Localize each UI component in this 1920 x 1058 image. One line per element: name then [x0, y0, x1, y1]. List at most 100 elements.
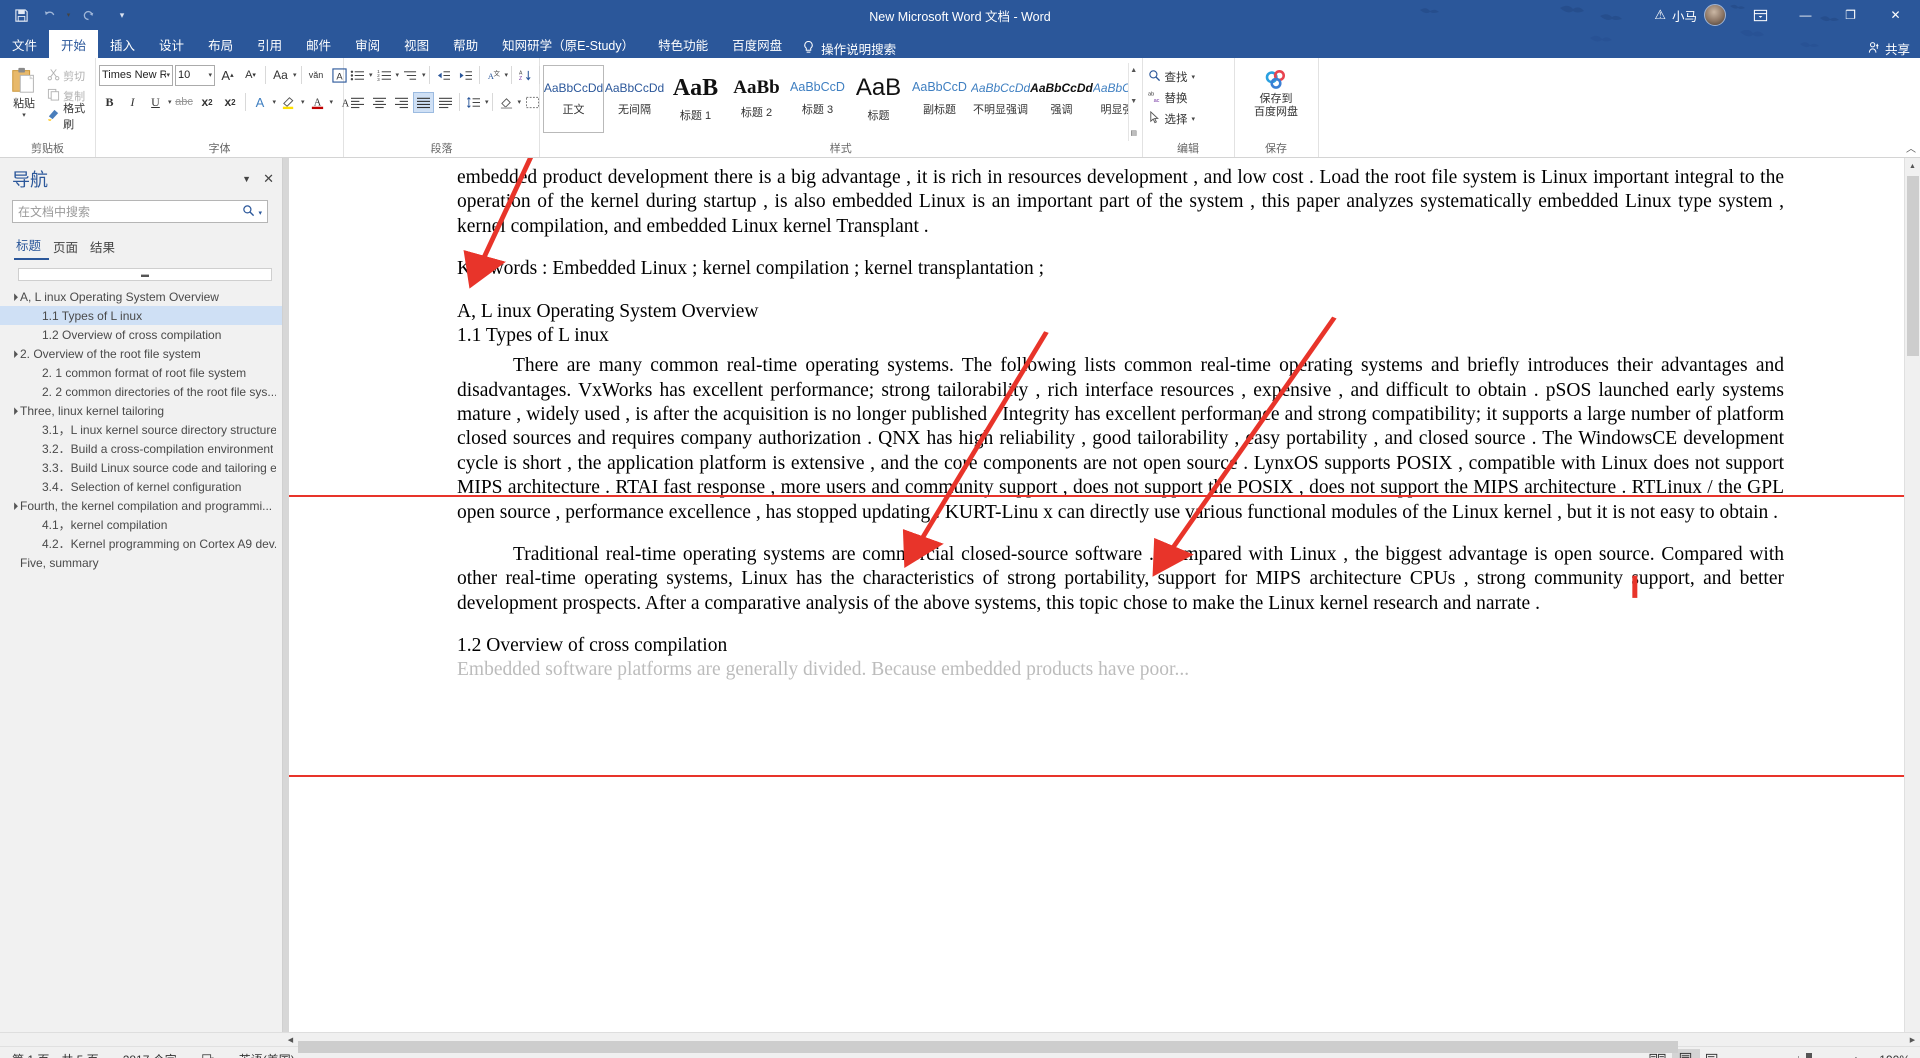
- tab-home[interactable]: 开始: [49, 30, 99, 58]
- styles-scroll-up-icon[interactable]: ▲: [1130, 67, 1137, 74]
- sort-icon[interactable]: AZ: [515, 65, 536, 86]
- shrink-font-icon[interactable]: A ▾: [240, 65, 261, 86]
- bold-icon[interactable]: B: [99, 92, 120, 113]
- nav-heading-item[interactable]: ◢ 2. Overview of the root file system: [0, 344, 282, 363]
- font-name-dropdown-icon[interactable]: ▾: [166, 71, 170, 79]
- nav-heading-item[interactable]: 2. 1 common format of root file system: [0, 363, 282, 382]
- paragraph-traditional[interactable]: Traditional real-time operating systems …: [457, 543, 1784, 616]
- style-item-无间隔[interactable]: AaBbCcDd 无间隔: [604, 65, 665, 133]
- navigation-heading-tree[interactable]: ◢ A, L inux Operating System Overview 1.1 …: [0, 283, 282, 1032]
- tab-design[interactable]: 设计: [147, 30, 196, 58]
- style-item-明显强调[interactable]: AaBbCcDd 明显强调: [1092, 65, 1128, 133]
- scroll-up-icon[interactable]: ▲: [1904, 158, 1920, 174]
- italic-icon[interactable]: I: [122, 92, 143, 113]
- distribute-icon[interactable]: [435, 92, 456, 113]
- save-icon[interactable]: [8, 3, 34, 27]
- nav-tab-1[interactable]: 页面: [51, 235, 86, 260]
- zoom-level[interactable]: 190%: [1868, 1053, 1910, 1058]
- tab-cnki-estudy[interactable]: 知网研学（原E-Study）: [490, 30, 646, 58]
- save-to-baidu-netdisk-button[interactable]: 保存到 百度网盘: [1238, 63, 1315, 119]
- language-status[interactable]: 英语(美国): [227, 1051, 307, 1058]
- web-layout-icon[interactable]: [1700, 1049, 1728, 1058]
- style-item-标题[interactable]: AaB 标题: [848, 65, 909, 133]
- nav-heading-item[interactable]: ◢ Three, linux kernel tailoring: [0, 401, 282, 420]
- line-spacing-dropdown-icon[interactable]: ▾: [485, 98, 489, 106]
- redo-icon[interactable]: [75, 3, 101, 27]
- multilevel-dropdown-icon[interactable]: ▾: [422, 71, 426, 79]
- style-item-强调[interactable]: AaBbCcDd 强调: [1030, 65, 1093, 133]
- style-item-标题 2[interactable]: AaBb 标题 2: [726, 65, 787, 133]
- navigation-collapse-all-bar[interactable]: ▬: [18, 268, 272, 281]
- undo-icon[interactable]: [36, 3, 62, 27]
- font-size-combobox[interactable]: 10 ▾: [175, 64, 215, 86]
- styles-more-icon[interactable]: ▤: [1130, 129, 1137, 137]
- zoom-out-button[interactable]: −: [1736, 1052, 1744, 1058]
- paragraph-boxed-realtime-os[interactable]: There are many common real-time operatin…: [457, 354, 1784, 525]
- nav-heading-item[interactable]: 3.2．Build a cross-compilation environmen…: [0, 439, 282, 458]
- multilevel-list-icon[interactable]: [400, 65, 421, 86]
- tell-me-box[interactable]: 操作说明搜索: [794, 39, 896, 58]
- align-left-icon[interactable]: [347, 92, 368, 113]
- increase-indent-icon[interactable]: [455, 65, 476, 86]
- style-item-副标题[interactable]: AaBbCcD 副标题: [909, 65, 970, 133]
- shading-dropdown-icon[interactable]: ▾: [518, 98, 522, 106]
- format-painter-button[interactable]: 格式刷: [47, 103, 92, 131]
- navigation-search-dropdown-icon[interactable]: ▾: [258, 209, 262, 217]
- customize-qat-icon[interactable]: ▾: [109, 3, 135, 27]
- nav-heading-item[interactable]: ◢ A, L inux Operating System Overview: [0, 287, 282, 306]
- tab-help[interactable]: 帮助: [441, 30, 490, 58]
- text-effects-icon[interactable]: A: [250, 92, 271, 113]
- line-spacing-icon[interactable]: [463, 92, 484, 113]
- style-item-标题 3[interactable]: AaBbCcD 标题 3: [787, 65, 848, 133]
- grow-font-icon[interactable]: A ▴: [217, 65, 238, 86]
- collapse-ribbon-icon[interactable]: ︿: [1906, 140, 1916, 155]
- phonetic-guide-icon[interactable]: văn: [306, 65, 327, 86]
- ribbon-display-options-icon[interactable]: [1738, 0, 1783, 30]
- quick-access-toolbar[interactable]: ▾ ▾: [0, 3, 135, 27]
- subscript-icon[interactable]: x2: [197, 92, 218, 113]
- nav-heading-item[interactable]: 2. 2 common directories of the root file…: [0, 382, 282, 401]
- undo-dropdown-icon[interactable]: ▾: [64, 3, 73, 27]
- chinese-layout-dropdown-icon[interactable]: ▾: [505, 71, 509, 79]
- font-color-icon[interactable]: A: [307, 92, 328, 113]
- select-dropdown-icon[interactable]: ▾: [1192, 115, 1196, 123]
- expand-triangle-icon[interactable]: ◢: [7, 403, 21, 417]
- zoom-slider[interactable]: − +: [1728, 1052, 1868, 1058]
- highlight-dropdown-icon[interactable]: ▾: [301, 98, 305, 106]
- hscroll-right-arrow[interactable]: ▶: [1905, 1033, 1920, 1047]
- tab-mailings[interactable]: 邮件: [294, 30, 343, 58]
- style-item-标题 1[interactable]: AaB 标题 1: [665, 65, 726, 133]
- change-case-dropdown-icon[interactable]: ▾: [293, 71, 297, 79]
- navigation-search-input[interactable]: 在文档中搜索: [12, 200, 268, 223]
- navigation-pane-close-icon[interactable]: ✕: [263, 171, 274, 187]
- tab-baidu-netdisk[interactable]: 百度网盘: [720, 30, 794, 58]
- font-color-dropdown-icon[interactable]: ▾: [330, 98, 334, 106]
- superscript-icon[interactable]: x2: [220, 92, 241, 113]
- document-vertical-scrollbar[interactable]: ▲: [1904, 158, 1920, 1032]
- nav-heading-item[interactable]: Five, summary: [0, 553, 282, 572]
- navigation-search-icon[interactable]: [242, 204, 255, 222]
- expand-triangle-icon[interactable]: ◢: [7, 498, 21, 512]
- numbering-dropdown-icon[interactable]: ▾: [396, 71, 400, 79]
- text-highlight-color-icon[interactable]: [278, 92, 299, 113]
- find-button[interactable]: 查找 ▾: [1146, 66, 1195, 87]
- numbering-icon[interactable]: 123: [374, 65, 395, 86]
- proofing-errors-icon[interactable]: [189, 1053, 227, 1058]
- tab-references[interactable]: 引用: [245, 30, 294, 58]
- share-button[interactable]: 共享: [1868, 39, 1910, 58]
- navigation-pane-options-icon[interactable]: ▼: [242, 174, 251, 184]
- text-effects-dropdown-icon[interactable]: ▾: [273, 98, 277, 106]
- tab-file[interactable]: 文件: [0, 30, 49, 58]
- align-right-icon[interactable]: [391, 92, 412, 113]
- horizontal-scroll-thumb[interactable]: [298, 1040, 1678, 1053]
- nav-tab-2[interactable]: 结果: [88, 235, 123, 260]
- cut-button[interactable]: 剪切: [47, 67, 92, 85]
- bullets-icon[interactable]: [347, 65, 368, 86]
- change-case-icon[interactable]: Aa: [270, 65, 291, 86]
- zoom-thumb[interactable]: [1805, 1052, 1812, 1058]
- nav-heading-item[interactable]: 1.1 Types of L inux: [0, 306, 282, 325]
- user-name[interactable]: 小马: [1672, 6, 1697, 25]
- zoom-in-button[interactable]: +: [1852, 1052, 1860, 1058]
- expand-triangle-icon[interactable]: ◢: [7, 346, 21, 360]
- nav-tab-0[interactable]: 标题: [14, 233, 50, 260]
